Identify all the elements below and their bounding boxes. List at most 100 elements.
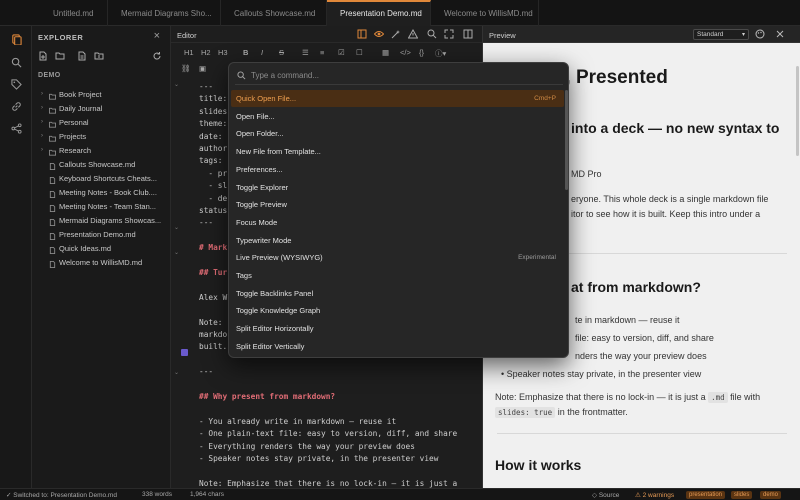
import-folder-icon[interactable] xyxy=(94,51,104,61)
palette-search-bar xyxy=(235,67,563,85)
split-icon[interactable] xyxy=(463,29,473,39)
code-line: slides xyxy=(199,106,228,116)
chevron-down-icon[interactable]: ⌄ xyxy=(174,224,179,231)
folder-daily-journal[interactable]: › Daily Journal xyxy=(32,102,171,115)
command-item[interactable]: Open Folder... xyxy=(231,125,564,142)
bookmark-marker[interactable] xyxy=(181,349,188,356)
file-keyboard-shortcuts[interactable]: Keyboard Shortcuts Cheats... xyxy=(32,172,171,185)
link-icon[interactable]: ⛓ xyxy=(181,64,191,73)
file-meeting-notes-book-club[interactable]: Meeting Notes - Book Club.... xyxy=(32,186,171,199)
preview-scrollbar[interactable] xyxy=(796,66,799,156)
folder-research[interactable]: › Research xyxy=(32,144,171,157)
preview-divider xyxy=(497,433,787,434)
link-icon[interactable] xyxy=(11,101,22,112)
command-item[interactable]: Toggle Preview xyxy=(231,196,564,213)
command-item[interactable]: Toggle Explorer xyxy=(231,179,564,196)
code-line: --- xyxy=(199,367,214,377)
search-icon[interactable] xyxy=(11,57,22,68)
new-file-icon[interactable] xyxy=(38,51,48,61)
heading1-button[interactable]: H1 xyxy=(184,48,194,57)
image-icon[interactable]: ▣ xyxy=(199,64,206,73)
table-icon[interactable]: ▦ xyxy=(382,48,389,57)
file-icon xyxy=(49,217,56,226)
command-item[interactable]: Quick Open File... Cmd+P xyxy=(231,90,564,107)
chevron-down-icon[interactable]: ⌄ xyxy=(174,369,179,376)
command-item[interactable]: Split Editor Horizontally xyxy=(231,320,564,337)
command-item[interactable]: Tags xyxy=(231,267,564,284)
files-icon[interactable] xyxy=(11,34,22,46)
file-presentation-demo[interactable]: Presentation Demo.md xyxy=(32,228,171,241)
bullet-list-icon[interactable]: ☰ xyxy=(302,48,309,57)
code-line: - sl xyxy=(199,181,228,191)
code-line: --- xyxy=(199,218,214,228)
file-icon xyxy=(49,259,56,268)
tag-icon[interactable] xyxy=(11,79,22,90)
editor-header: Editor xyxy=(171,26,482,43)
command-item[interactable]: Split Editor Vertically xyxy=(231,338,564,355)
command-item[interactable]: Toggle Backlinks Panel xyxy=(231,285,564,302)
command-item[interactable]: Typewriter Mode xyxy=(231,232,564,249)
more-icon[interactable]: ⓘ▾ xyxy=(435,48,446,59)
command-item[interactable]: Open File... xyxy=(231,108,564,125)
file-mermaid-diagrams[interactable]: Mermaid Diagrams Showcas... xyxy=(32,214,171,227)
file-meeting-notes-team[interactable]: Meeting Notes - Team Stan... xyxy=(32,200,171,213)
preview-mode-select[interactable]: Standard ▾ xyxy=(693,29,749,40)
new-folder-icon[interactable] xyxy=(55,51,65,61)
bold-button[interactable]: B xyxy=(243,48,248,57)
command-label: Open File... xyxy=(236,111,275,121)
folder-projects[interactable]: › Projects xyxy=(32,130,171,143)
code-line: tags: xyxy=(199,156,228,166)
strikethrough-button[interactable]: S xyxy=(279,48,284,57)
file-quick-ideas[interactable]: Quick Ideas.md xyxy=(32,242,171,255)
preview-title: Preview xyxy=(489,31,516,40)
chevron-down-icon: ▾ xyxy=(741,32,745,38)
command-item[interactable]: Toggle Knowledge Graph xyxy=(231,302,564,319)
warning-icon[interactable] xyxy=(407,28,419,39)
expand-icon[interactable] xyxy=(444,29,454,39)
tag-badge-presentation[interactable]: presentation xyxy=(686,491,726,499)
command-item[interactable]: Preferences... xyxy=(231,161,564,178)
close-icon[interactable]: × xyxy=(154,30,160,42)
preview-header: Preview Standard ▾ xyxy=(483,26,800,43)
chevron-down-icon[interactable]: ⌄ xyxy=(174,81,179,88)
code-block-icon[interactable]: {} xyxy=(419,48,424,57)
tab-mermaid-diagrams[interactable]: Mermaid Diagrams Sho... xyxy=(108,0,221,26)
explorer-section-title: DEMO xyxy=(38,72,61,79)
tab-welcome[interactable]: Welcome to WillisMD.md xyxy=(431,0,539,26)
chevron-down-icon[interactable]: ⌄ xyxy=(174,249,179,256)
refresh-icon[interactable] xyxy=(152,51,162,61)
magic-wand-icon[interactable] xyxy=(391,29,401,39)
palette-scrollbar[interactable] xyxy=(565,90,568,190)
checkbox-icon[interactable]: ☐ xyxy=(356,48,363,57)
code-icon[interactable]: </> xyxy=(400,48,411,57)
source-mode[interactable]: ◇ Source xyxy=(592,491,619,499)
heading2-button[interactable]: H2 xyxy=(201,48,211,57)
command-item[interactable]: Live Preview (WYSIWYG) Experimental xyxy=(231,249,564,266)
command-item[interactable]: Focus Mode xyxy=(231,214,564,231)
code-line: - One plain-text file: easy to version, … xyxy=(199,429,458,439)
command-search-input[interactable] xyxy=(251,68,551,83)
file-welcome[interactable]: Welcome to WillisMD.md xyxy=(32,256,171,269)
panel-icon[interactable] xyxy=(357,29,367,39)
code-line: ## Tur xyxy=(199,268,228,277)
warnings-indicator[interactable]: ⚠ 2 warnings xyxy=(635,491,674,499)
tab-presentation-demo[interactable]: Presentation Demo.md xyxy=(327,0,431,26)
italic-button[interactable]: I xyxy=(261,48,263,57)
numbered-list-icon[interactable]: ≡ xyxy=(320,48,324,57)
close-icon[interactable] xyxy=(775,29,785,39)
tag-badge-slides[interactable]: slides xyxy=(731,491,753,499)
folder-book-project[interactable]: › Book Project xyxy=(32,88,171,101)
tab-callouts-showcase[interactable]: Callouts Showcase.md xyxy=(221,0,327,26)
eye-icon[interactable] xyxy=(373,29,385,39)
tab-untitled[interactable]: Untitled.md xyxy=(40,0,108,26)
palette-icon[interactable] xyxy=(755,29,765,39)
folder-personal[interactable]: › Personal xyxy=(32,116,171,129)
heading3-button[interactable]: H3 xyxy=(218,48,228,57)
command-item[interactable]: New File from Template... xyxy=(231,143,564,160)
tag-badge-demo[interactable]: demo xyxy=(760,491,782,499)
file-callouts-showcase[interactable]: Callouts Showcase.md xyxy=(32,158,171,171)
new-template-icon[interactable] xyxy=(77,51,87,61)
search-icon[interactable] xyxy=(427,29,437,39)
task-list-icon[interactable]: ☑ xyxy=(338,48,345,57)
graph-icon[interactable] xyxy=(11,123,22,134)
